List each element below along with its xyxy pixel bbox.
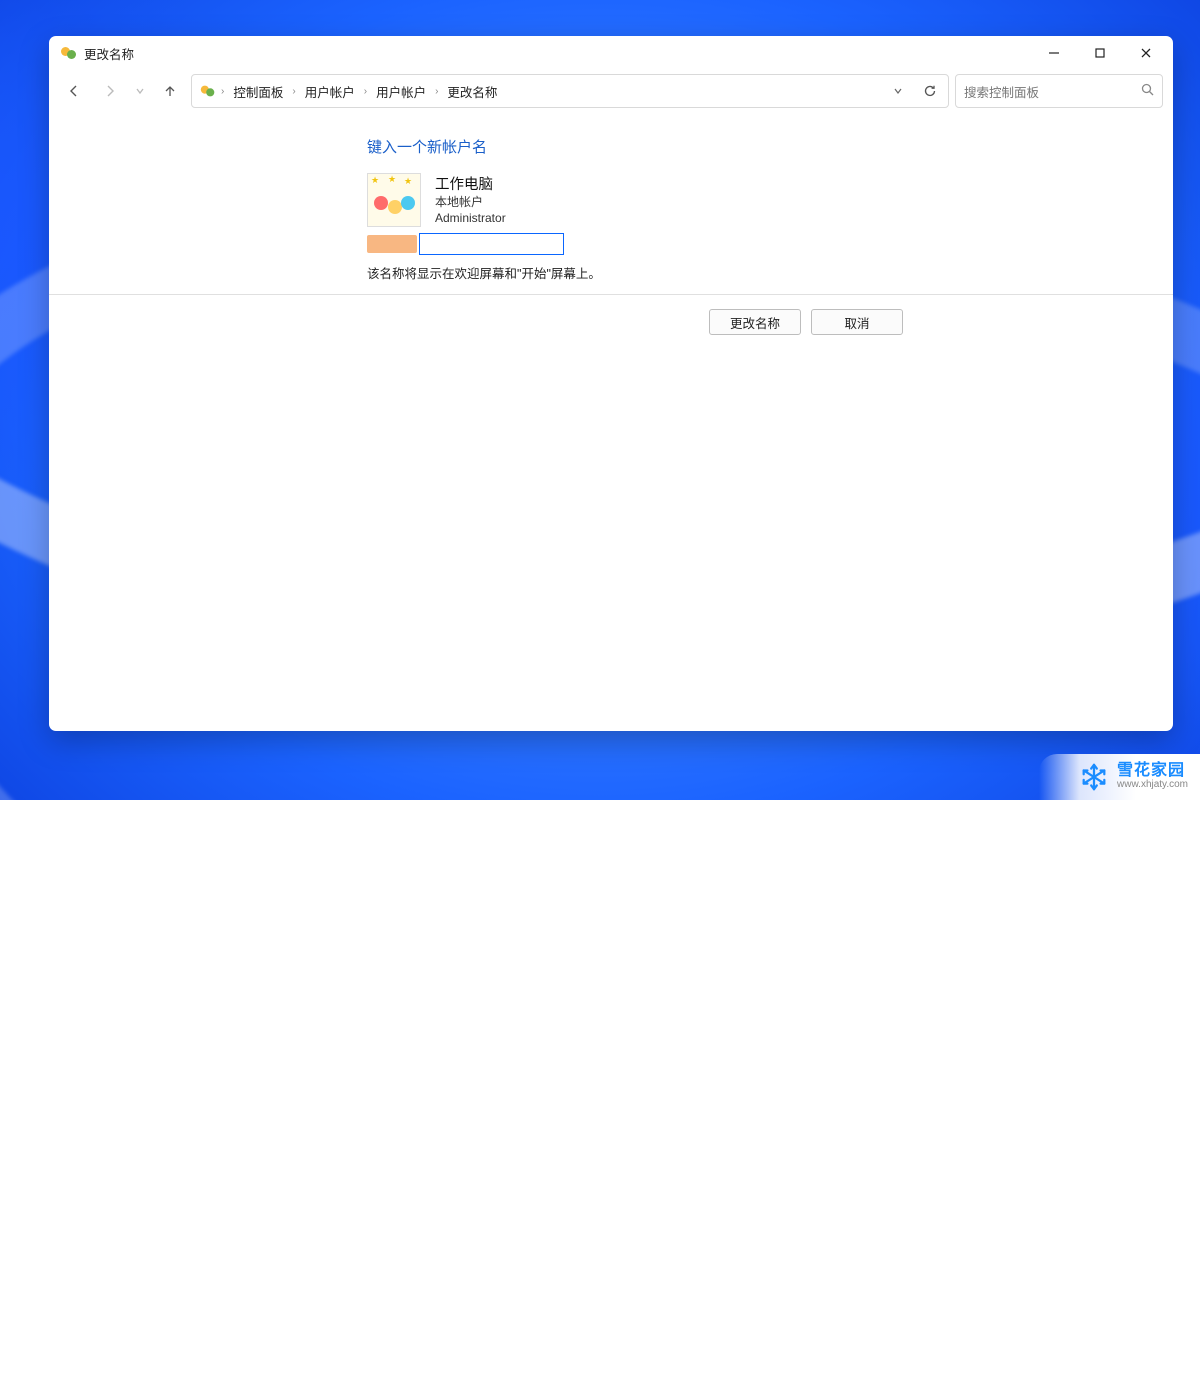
breadcrumb-root[interactable]: 控制面板 — [229, 80, 287, 103]
search-placeholder: 搜索控制面板 — [964, 82, 1039, 101]
close-button[interactable] — [1123, 37, 1169, 69]
titlebar: 更改名称 — [49, 36, 1173, 70]
nav-toolbar: › 控制面板 › 用户帐户 › 用户帐户 › 更改名称 搜索控制 — [49, 70, 1173, 118]
account-summary: ★ ★ ★ 工作电脑 本地帐户 Administrator — [49, 173, 1173, 227]
chevron-right-icon: › — [434, 86, 439, 97]
up-button[interactable] — [155, 76, 185, 106]
search-icon — [1141, 83, 1154, 99]
refresh-button[interactable] — [916, 77, 944, 105]
breadcrumb-l1[interactable]: 用户帐户 — [301, 80, 359, 103]
watermark-url: www.xhjaty.com — [1117, 780, 1188, 791]
chevron-right-icon: › — [363, 86, 368, 97]
minimize-button[interactable] — [1031, 37, 1077, 69]
account-role: Administrator — [435, 210, 506, 226]
control-panel-window: 更改名称 › 控制面板 › 用户 — [49, 36, 1173, 731]
back-button[interactable] — [59, 76, 89, 106]
snowflake-icon — [1079, 762, 1109, 792]
account-type: 本地帐户 — [435, 194, 506, 210]
recent-locations-button[interactable] — [131, 76, 149, 106]
breadcrumb-l2[interactable]: 用户帐户 — [372, 80, 430, 103]
chevron-right-icon: › — [220, 86, 225, 97]
search-input[interactable]: 搜索控制面板 — [955, 74, 1163, 108]
address-dropdown-button[interactable] — [884, 77, 912, 105]
page-heading: 键入一个新帐户名 — [49, 136, 1173, 157]
chevron-right-icon: › — [291, 86, 296, 97]
address-bar[interactable]: › 控制面板 › 用户帐户 › 用户帐户 › 更改名称 — [191, 74, 949, 108]
maximize-button[interactable] — [1077, 37, 1123, 69]
user-accounts-icon — [201, 84, 215, 98]
breadcrumb-l3[interactable]: 更改名称 — [443, 80, 501, 103]
window-title: 更改名称 — [84, 44, 134, 63]
new-account-name-input[interactable] — [419, 233, 564, 255]
redacted-text — [367, 235, 417, 253]
user-accounts-icon — [61, 45, 77, 61]
change-name-button[interactable]: 更改名称 — [709, 309, 801, 335]
account-name: 工作电脑 — [435, 173, 506, 194]
watermark-name: 雪花家园 — [1117, 763, 1188, 780]
hint-text: 该名称将显示在欢迎屏幕和"开始"屏幕上。 — [49, 263, 1173, 282]
watermark: 雪花家园 www.xhjaty.com — [1039, 754, 1200, 800]
forward-button[interactable] — [95, 76, 125, 106]
cancel-button[interactable]: 取消 — [811, 309, 903, 335]
content-area: 键入一个新帐户名 ★ ★ ★ 工作电脑 本地帐户 Administrator 该… — [49, 118, 1173, 731]
account-avatar: ★ ★ ★ — [367, 173, 421, 227]
